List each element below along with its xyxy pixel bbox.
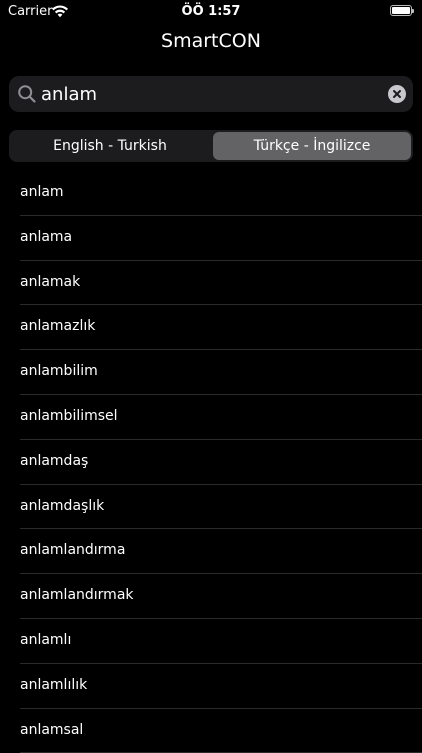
search-icon — [18, 85, 36, 103]
segment-turkce-ingilizce[interactable]: Türkçe - İngilizce — [213, 132, 411, 160]
list-item[interactable]: anlam — [20, 171, 422, 216]
list-item-label: anlamlılık — [20, 676, 88, 693]
clear-search-button[interactable] — [388, 85, 406, 103]
list-item-label: anlam — [20, 184, 64, 200]
list-item[interactable]: anlamlandırma — [20, 529, 422, 575]
list-item-label: anlambilimsel — [20, 407, 118, 424]
status-bar: Carrier ÖÖ 1:57 — [0, 0, 422, 24]
list-item[interactable]: anlambilim — [20, 350, 422, 395]
list-item[interactable]: anlamlı — [20, 619, 422, 664]
list-item-label: anlamlandırmak — [20, 587, 134, 604]
results-list: anlam anlama anlamak anlamazlık anlambil… — [0, 171, 422, 753]
list-item-label: anlamdaşlık — [20, 497, 105, 514]
list-item[interactable]: anlama — [20, 216, 422, 261]
battery-icon — [390, 5, 414, 16]
page-title: SmartCON — [161, 30, 261, 52]
list-item-label: anlambilim — [20, 363, 98, 380]
clear-icon — [393, 90, 401, 98]
list-item-label: anlamdaş — [20, 452, 89, 469]
list-item-label: anlamak — [20, 273, 81, 290]
list-item-label: anlamazlık — [20, 318, 96, 335]
status-time: ÖÖ 1:57 — [181, 4, 241, 19]
list-item-label: anlamsal — [20, 721, 84, 738]
list-item-label: anlamlı — [20, 631, 72, 648]
search-bar[interactable] — [9, 76, 413, 112]
list-item[interactable]: anlamsal — [20, 709, 422, 753]
segment-english-turkish[interactable]: English - Turkish — [11, 132, 209, 160]
language-segmented-control: English - Turkish Türkçe - İngilizce — [9, 130, 413, 162]
list-item[interactable]: anlamdaş — [20, 440, 422, 485]
list-item[interactable]: anlamazlık — [20, 305, 422, 351]
list-item[interactable]: anlamdaşlık — [20, 485, 422, 530]
list-item[interactable]: anlambilimsel — [20, 395, 422, 440]
list-item[interactable]: anlamlandırmak — [20, 574, 422, 619]
list-item[interactable]: anlamlılık — [20, 664, 422, 709]
search-input[interactable] — [41, 80, 381, 108]
list-item-label: anlamlandırma — [20, 542, 126, 559]
list-item[interactable]: anlamak — [20, 261, 422, 306]
list-item-label: anlama — [20, 228, 73, 245]
